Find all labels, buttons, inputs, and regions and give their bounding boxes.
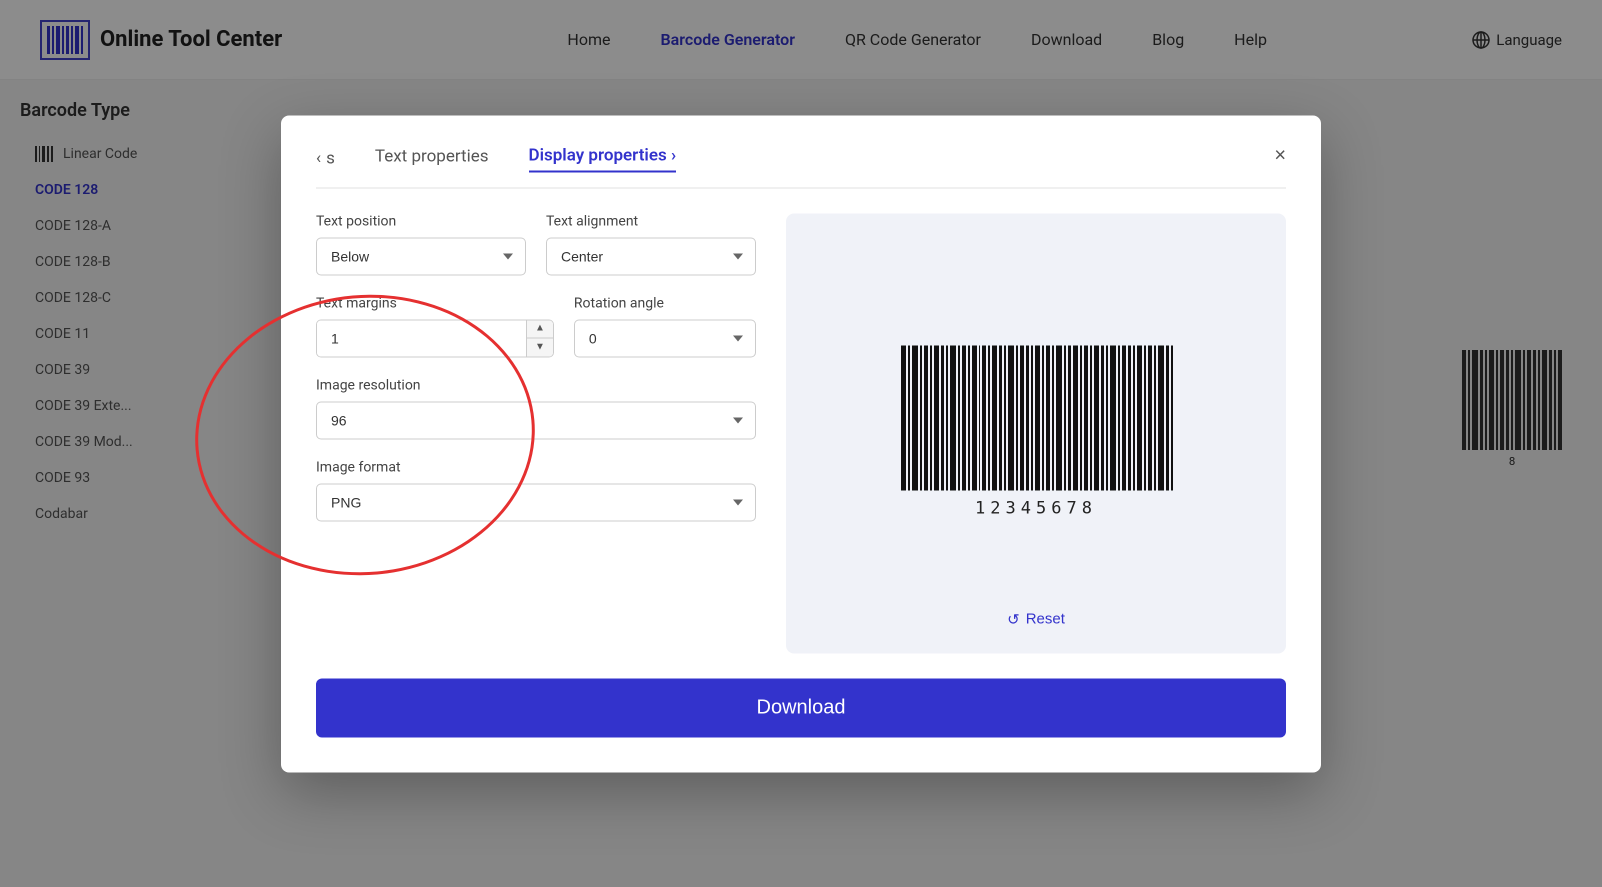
barcode-preview: 12345678 (896, 346, 1176, 521)
reset-icon: ↺ (1007, 610, 1020, 628)
form-row-2: Text margins ▲ ▼ Rotation angle 0 90 (316, 295, 756, 357)
image-format-select[interactable]: PNG JPG SVG BMP (316, 483, 756, 521)
modal-body: Text position Below Above None Text alig… (316, 213, 1286, 653)
text-margins-spinner: ▲ ▼ (316, 319, 554, 357)
chevron-left-icon: ‹ (316, 149, 321, 169)
text-margins-label: Text margins (316, 295, 554, 311)
image-resolution-group: Image resolution 72 96 150 300 (316, 377, 756, 439)
form-row-1: Text position Below Above None Text alig… (316, 213, 756, 275)
reset-label: Reset (1026, 611, 1065, 628)
image-format-group: Image format PNG JPG SVG BMP (316, 459, 756, 521)
tab-display-properties[interactable]: Display properties › (529, 145, 677, 172)
reset-button[interactable]: ↺ Reset (1007, 610, 1065, 628)
spinner-down-button[interactable]: ▼ (527, 339, 553, 357)
rotation-angle-select[interactable]: 0 90 180 270 (574, 319, 756, 357)
modal-form: Text position Below Above None Text alig… (316, 213, 756, 653)
image-format-label: Image format (316, 459, 756, 475)
text-position-label: Text position (316, 213, 526, 229)
download-button[interactable]: Download (316, 678, 1286, 737)
modal: ‹ s Text properties Display properties ›… (281, 115, 1321, 772)
rotation-angle-group: Rotation angle 0 90 180 270 (574, 295, 756, 357)
image-resolution-select[interactable]: 72 96 150 300 (316, 401, 756, 439)
text-alignment-group: Text alignment Center Left Right (546, 213, 756, 275)
barcode-svg: 12345678 (896, 346, 1176, 521)
text-position-select[interactable]: Below Above None (316, 237, 526, 275)
text-alignment-select[interactable]: Center Left Right (546, 237, 756, 275)
modal-tabs: ‹ s Text properties Display properties ›… (316, 145, 1286, 188)
spinner-up-button[interactable]: ▲ (527, 320, 553, 339)
tab-text-properties[interactable]: Text properties (375, 146, 489, 171)
image-resolution-label: Image resolution (316, 377, 756, 393)
modal-preview: 12345678 ↺ Reset (786, 213, 1286, 653)
text-margins-input[interactable] (317, 320, 526, 356)
text-alignment-label: Text alignment (546, 213, 756, 229)
svg-text:12345678: 12345678 (975, 499, 1097, 519)
tab-prev[interactable]: ‹ s (316, 149, 335, 169)
text-margins-group: Text margins ▲ ▼ (316, 295, 554, 357)
chevron-right-icon: › (671, 145, 676, 165)
close-button[interactable]: × (1274, 145, 1286, 165)
rotation-angle-label: Rotation angle (574, 295, 756, 311)
text-position-group: Text position Below Above None (316, 213, 526, 275)
